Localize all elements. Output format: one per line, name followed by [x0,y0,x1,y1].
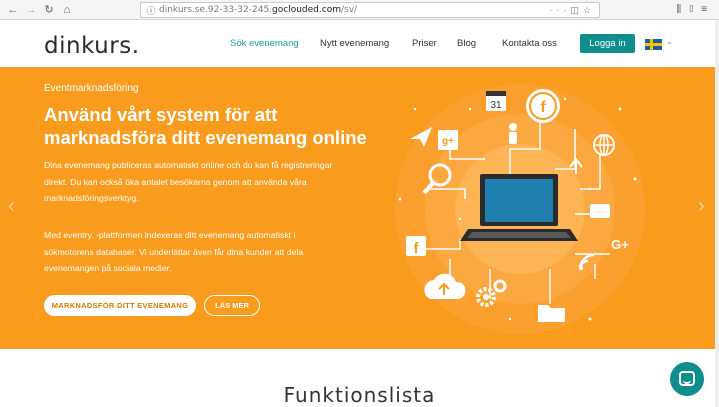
nav-item-blog[interactable]: Blog [457,38,476,49]
url-domain: goclouded.com [272,5,341,15]
svg-text:g+: g+ [442,136,454,147]
hero-eyebrow: Eventmarknadsföring [44,83,139,94]
nav-item-nytt-evenemang[interactable]: Nytt evenemang [320,38,389,49]
url-prefix: dinkurs.se.92-33-32-245. [159,5,273,15]
login-button[interactable]: Logga in [580,34,635,53]
svg-text:G+: G+ [611,237,629,252]
hero-banner: ‹ › Eventmarknadsföring Använd vårt syst… [0,67,719,349]
marketing-cta-button[interactable]: MARKNADSFÖR DITT EVENEMANG [44,295,196,316]
nav-item-sok-evenemang[interactable]: Sök evenemang [230,38,299,49]
carousel-next-icon[interactable]: › [698,195,705,218]
calendar-icon: 31 [486,91,506,111]
site-logo[interactable]: dinkurs. [44,33,140,59]
section-title: Funktionslista [283,383,436,407]
address-bar[interactable]: ⓘ dinkurs.se.92-33-32-245.goclouded.com/… [140,2,600,18]
library-icon[interactable]: ⫼ [677,4,688,15]
facebook-icon: f [526,89,560,123]
swedish-flag-icon[interactable] [645,39,662,50]
url-path: /sv/ [340,5,358,15]
svg-text:···: ··· [596,207,604,216]
chat-icon [679,371,695,386]
scrollbar[interactable] [715,20,719,407]
marketing-illustration: 31 f g+ ··· f G+ [395,84,645,334]
reload-icon[interactable]: ↻ [42,3,56,17]
person-icon [509,123,517,144]
menu-icon[interactable]: ≡ [701,4,713,15]
google-plus-icon: g+ [438,130,458,150]
read-more-button[interactable]: LÄS MER [204,295,260,316]
chat-button[interactable] [670,362,704,396]
back-icon[interactable]: ← [6,3,20,17]
carousel-prev-icon[interactable]: ‹ [8,195,15,218]
browser-toolbar: ← → ↻ ⌂ ⓘ dinkurs.se.92-33-32-245.goclou… [0,0,719,20]
nav-item-kontakta-oss[interactable]: Kontakta oss [502,38,557,49]
hero-title: Använd vårt system för att marknadsföra … [44,104,367,148]
info-icon[interactable]: ⓘ [144,4,158,18]
hero-paragraph-1: Dina evenemang publiceras automatiskt on… [44,160,333,203]
home-icon[interactable]: ⌂ [60,3,74,17]
hero-paragraph-2: Med eventry. -plattformen indexeras ditt… [44,230,304,273]
google-plus-text-icon: G+ [611,237,629,252]
chat-bubble-icon: ··· [590,204,610,218]
calendar-day: 31 [490,100,502,111]
pocket-icon[interactable]: ◫ [570,5,583,15]
forward-icon[interactable]: → [24,3,38,17]
bookmark-star-icon[interactable]: ☆ [583,5,595,15]
page-actions-icon[interactable]: ··· [549,5,570,15]
site-header: dinkurs. Sök evenemang Nytt evenemang Pr… [0,20,719,67]
facebook-square-icon: f [406,236,426,257]
sidebar-icon[interactable]: ▯ [687,4,701,15]
chevron-down-icon[interactable]: ⌄ [666,37,673,46]
globe-icon [593,134,615,156]
nav-item-priser[interactable]: Priser [412,38,437,49]
svg-text:f: f [540,99,546,116]
